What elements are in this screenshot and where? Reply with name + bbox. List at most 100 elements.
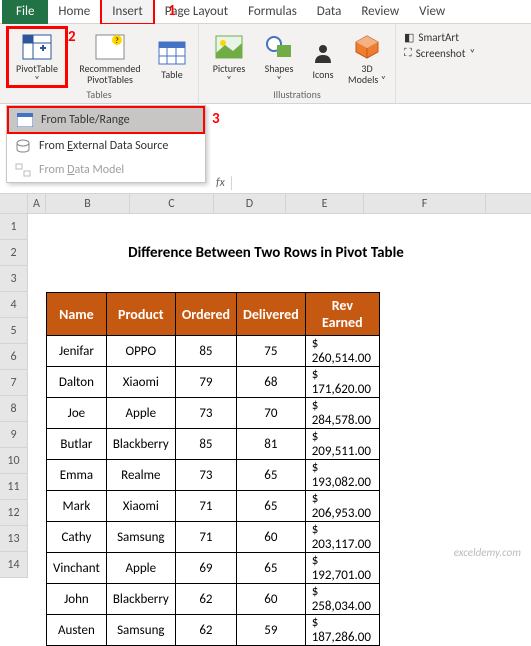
cell-rev[interactable]: $187,286.00 xyxy=(305,615,379,646)
cell-name[interactable]: Joe xyxy=(47,398,107,429)
cell-product[interactable]: Apple xyxy=(106,398,175,429)
cell-name[interactable]: Mark xyxy=(47,491,107,522)
cell-rev[interactable]: $193,082.00 xyxy=(305,460,379,491)
table-row: ButlarBlackberry8581$209,511.00 xyxy=(47,429,380,460)
3d-models-label: 3DModels ˅ xyxy=(348,63,386,85)
row-5[interactable]: 5 xyxy=(0,318,28,344)
tab-review[interactable]: Review xyxy=(351,0,409,23)
screenshot-button[interactable]: ⛶Screenshot ˅ xyxy=(402,45,477,61)
row-11[interactable]: 11 xyxy=(0,474,28,500)
fx-label[interactable]: fx xyxy=(210,176,232,190)
cell-rev[interactable]: $206,953.00 xyxy=(305,491,379,522)
cell-ordered[interactable]: 62 xyxy=(175,584,236,615)
cell-rev[interactable]: $192,701.00 xyxy=(305,553,379,584)
row-10[interactable]: 10 xyxy=(0,448,28,474)
tab-insert[interactable]: Insert xyxy=(100,0,155,25)
cell-ordered[interactable]: 73 xyxy=(175,460,236,491)
watermark: exceldemy.com xyxy=(454,546,521,559)
cell-rev[interactable]: $171,620.00 xyxy=(305,367,379,398)
cell-name[interactable]: Jenifar xyxy=(47,336,107,367)
cell-delivered[interactable]: 70 xyxy=(237,398,306,429)
cell-product[interactable]: Blackberry xyxy=(106,429,175,460)
cell-delivered[interactable]: 65 xyxy=(237,491,306,522)
cell-name[interactable]: Cathy xyxy=(47,522,107,553)
col-F[interactable]: F xyxy=(364,194,486,213)
cell-delivered[interactable]: 65 xyxy=(237,460,306,491)
cell-ordered[interactable]: 71 xyxy=(175,522,236,553)
row-1[interactable]: 1 xyxy=(0,214,28,240)
cell-delivered[interactable]: 68 xyxy=(237,367,306,398)
cell-name[interactable]: Emma xyxy=(47,460,107,491)
cell-ordered[interactable]: 85 xyxy=(175,429,236,460)
tab-formulas[interactable]: Formulas xyxy=(238,0,307,23)
cell-ordered[interactable]: 62 xyxy=(175,615,236,646)
tab-file[interactable]: File xyxy=(2,0,48,24)
cell-product[interactable]: Samsung xyxy=(106,615,175,646)
cell-ordered[interactable]: 79 xyxy=(175,367,236,398)
menu-from-external[interactable]: From External Data Source xyxy=(7,134,205,158)
pictures-button[interactable]: Pictures˅ xyxy=(205,26,253,88)
col-C[interactable]: C xyxy=(130,194,214,213)
cell-rev[interactable]: $203,117.00 xyxy=(305,522,379,553)
pivottable-icon xyxy=(21,33,53,61)
row-headers: 1234567891011121314 xyxy=(0,214,28,578)
recommended-pivot-label: RecommendedPivotTables xyxy=(79,63,140,85)
smartart-button[interactable]: ◧SmartArt xyxy=(402,30,461,45)
group-tables: PivotTable˅ ? RecommendedPivotTables Tab… xyxy=(0,24,199,103)
cell-name[interactable]: John xyxy=(47,584,107,615)
row-4[interactable]: 4 xyxy=(0,292,28,318)
cell-delivered[interactable]: 60 xyxy=(237,522,306,553)
tab-home[interactable]: Home xyxy=(48,0,100,23)
cell-delivered[interactable]: 75 xyxy=(237,336,306,367)
cell-rev[interactable]: $284,578.00 xyxy=(305,398,379,429)
cell-delivered[interactable]: 60 xyxy=(237,584,306,615)
col-B[interactable]: B xyxy=(46,194,130,213)
cell-delivered[interactable]: 81 xyxy=(237,429,306,460)
cell-rev[interactable]: $260,514.00 xyxy=(305,336,379,367)
row-12[interactable]: 12 xyxy=(0,500,28,526)
row-8[interactable]: 8 xyxy=(0,396,28,422)
cell-name[interactable]: Vinchant xyxy=(47,553,107,584)
icons-button[interactable]: Icons xyxy=(305,26,341,88)
cell-ordered[interactable]: 85 xyxy=(175,336,236,367)
cell-product[interactable]: Xiaomi xyxy=(106,491,175,522)
col-E[interactable]: E xyxy=(286,194,364,213)
row-9[interactable]: 9 xyxy=(0,422,28,448)
cell-rev[interactable]: $258,034.00 xyxy=(305,584,379,615)
cell-product[interactable]: Blackberry xyxy=(106,584,175,615)
cell-name[interactable]: Butlar xyxy=(47,429,107,460)
row-14[interactable]: 14 xyxy=(0,552,28,578)
tab-view[interactable]: View xyxy=(409,0,455,23)
cell-rev[interactable]: $209,511.00 xyxy=(305,429,379,460)
table-range-icon xyxy=(17,112,33,128)
cell-ordered[interactable]: 71 xyxy=(175,491,236,522)
table-row: VinchantApple6965$192,701.00 xyxy=(47,553,380,584)
tab-data[interactable]: Data xyxy=(307,0,352,23)
recommended-pivot-button[interactable]: ? RecommendedPivotTables xyxy=(72,26,148,88)
row-13[interactable]: 13 xyxy=(0,526,28,552)
row-6[interactable]: 6 xyxy=(0,344,28,370)
table-button[interactable]: Table xyxy=(152,26,192,88)
row-3[interactable]: 3 xyxy=(0,266,28,292)
shapes-button[interactable]: Shapes˅ xyxy=(257,26,301,88)
cell-delivered[interactable]: 59 xyxy=(237,615,306,646)
cell-product[interactable]: Apple xyxy=(106,553,175,584)
row-7[interactable]: 7 xyxy=(0,370,28,396)
row-2[interactable]: 2 xyxy=(0,240,28,266)
select-all[interactable] xyxy=(0,194,28,213)
cell-name[interactable]: Dalton xyxy=(47,367,107,398)
cell-product[interactable]: OPPO xyxy=(106,336,175,367)
cell-product[interactable]: Realme xyxy=(106,460,175,491)
cell-name[interactable]: Austen xyxy=(47,615,107,646)
cell-product[interactable]: Samsung xyxy=(106,522,175,553)
3d-models-button[interactable]: 3DModels ˅ xyxy=(345,26,389,88)
col-D[interactable]: D xyxy=(214,194,286,213)
cell-delivered[interactable]: 65 xyxy=(237,553,306,584)
menu-from-table-range[interactable]: From Table/Range xyxy=(7,106,205,134)
table-row: AustenSamsung6259$187,286.00 xyxy=(47,615,380,646)
col-A[interactable]: A xyxy=(28,194,46,213)
cell-product[interactable]: Xiaomi xyxy=(106,367,175,398)
cell-ordered[interactable]: 73 xyxy=(175,398,236,429)
pivottable-button[interactable]: PivotTable˅ xyxy=(6,26,68,88)
cell-ordered[interactable]: 69 xyxy=(175,553,236,584)
